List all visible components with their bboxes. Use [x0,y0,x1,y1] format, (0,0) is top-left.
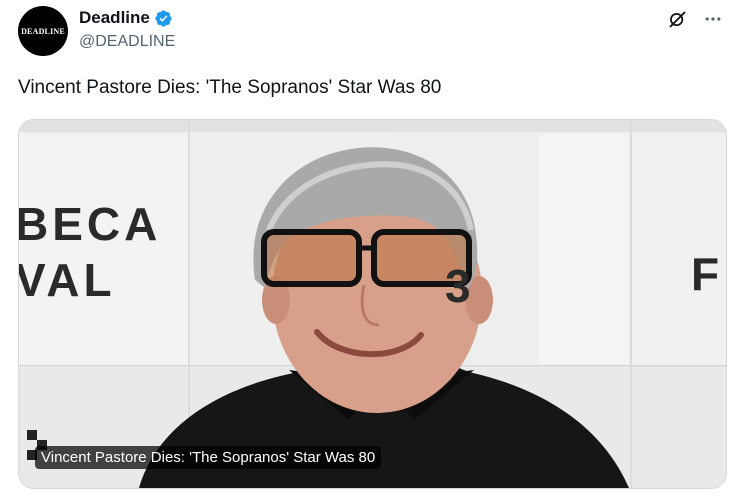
backdrop-text-mid: 3 [445,260,471,312]
article-photo: BECA VAL 3 F [19,120,726,488]
tweet-text: Vincent Pastore Dies: 'The Sopranos' Sta… [18,77,442,98]
author-name-row: Deadline [79,8,173,28]
verified-badge-icon[interactable] [154,9,173,28]
author-handle[interactable]: @DEADLINE [79,33,175,51]
backdrop-text-right: F [691,248,719,300]
grok-icon[interactable] [666,8,688,30]
avatar[interactable]: DEADLINE [18,6,68,56]
more-options-icon[interactable] [702,8,724,30]
backdrop-text-left-2: VAL [19,254,116,306]
backdrop-text-left-1: BECA [19,198,161,250]
link-preview-card[interactable]: BECA VAL 3 F Vincent Pastore Dies: 'The … [18,119,727,489]
tweet: DEADLINE Deadline @DEADLINE Vincent Past… [0,0,742,496]
tweet-top-actions [666,8,724,30]
card-title-caption: Vincent Pastore Dies: 'The Sopranos' Sta… [35,446,382,469]
avatar-logo-text: DEADLINE [21,26,65,36]
author-display-name[interactable]: Deadline [79,8,150,28]
